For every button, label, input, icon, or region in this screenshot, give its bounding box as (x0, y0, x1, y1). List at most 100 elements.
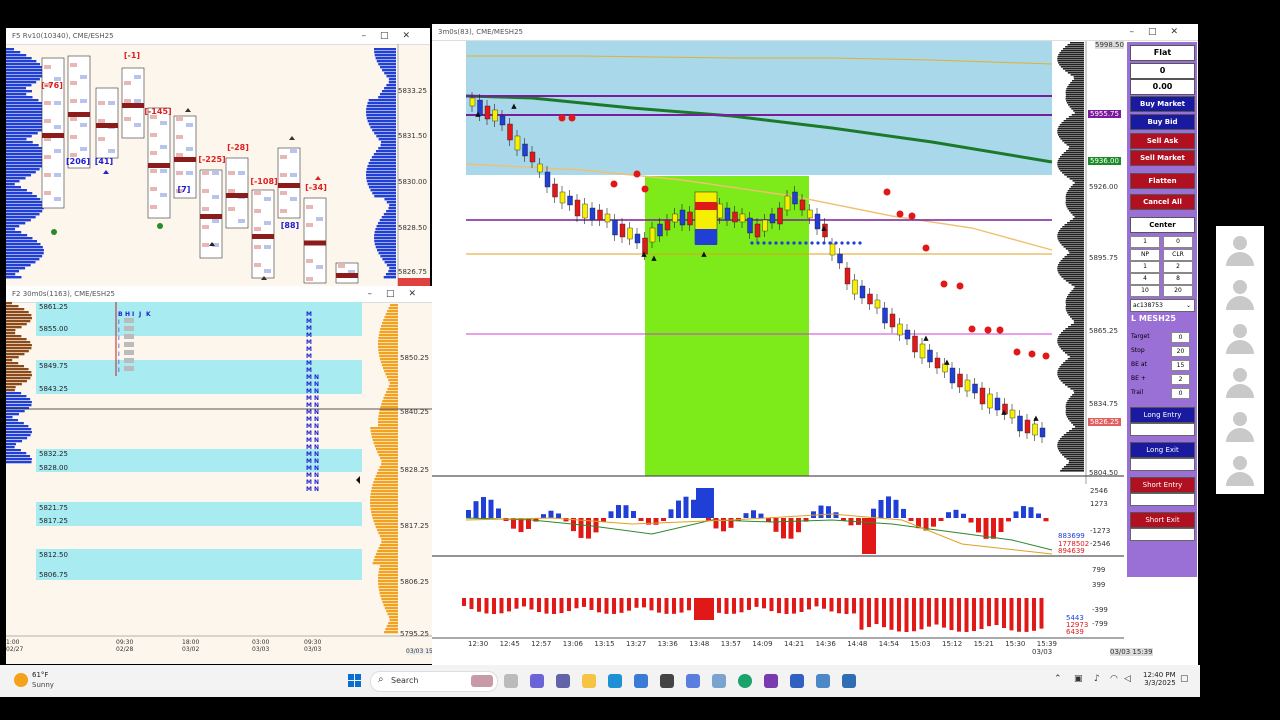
volume-bar (6, 261, 36, 264)
profile-bar (383, 604, 398, 607)
time-axis-label: 18:00 (182, 639, 200, 646)
edge-icon[interactable] (738, 674, 752, 688)
volume-bar (378, 222, 396, 225)
long-entry-select[interactable] (1130, 423, 1195, 436)
quantity-cell[interactable]: 8 (1163, 273, 1193, 285)
profile-bar (372, 439, 398, 442)
footprint-cell (150, 157, 157, 161)
flatten-button[interactable]: Flatten (1130, 173, 1195, 189)
footprint-cell (306, 223, 313, 227)
cancel-all-button[interactable]: Cancel All (1130, 194, 1195, 210)
sell-market-button[interactable]: Sell Market (1130, 150, 1195, 166)
copilot-icon[interactable] (530, 674, 544, 688)
footprint-cell (124, 93, 131, 97)
chevron-up-icon[interactable]: ⌃ (1054, 674, 1062, 684)
delta-bar (878, 499, 884, 518)
candle-body (792, 191, 798, 205)
quantity-cell[interactable]: NP (1130, 249, 1160, 261)
tpo-chart[interactable]: B H I J KIIIIIIIMMMMMMMMMM NM NM NM NM NM NM NM NM NM… (6, 286, 436, 664)
price-axis-label: 5830.00 (398, 178, 427, 186)
candle-body (957, 373, 963, 388)
quantity-cell[interactable]: CLR (1163, 249, 1193, 261)
long-entry-button[interactable]: Long Entry (1130, 407, 1195, 423)
quantity-cell[interactable]: 10 (1130, 285, 1160, 297)
copilot-app-icon[interactable] (686, 674, 700, 688)
wifi-icon[interactable]: ◠ (1110, 674, 1118, 684)
position-pnl: 0.00 (1130, 79, 1195, 95)
app-icon[interactable] (660, 674, 674, 688)
profile-bar (370, 427, 398, 430)
quantity-cell[interactable]: 2 (1163, 261, 1193, 273)
teams-icon[interactable] (556, 674, 570, 688)
weather-icon[interactable] (14, 673, 28, 687)
profile-bar (389, 619, 398, 622)
volume-profile-bar (1073, 78, 1084, 80)
windows-start-icon[interactable] (348, 674, 361, 687)
candle-body (664, 219, 671, 231)
store-icon[interactable] (608, 674, 622, 688)
short-entry-button[interactable]: Short Entry (1130, 477, 1195, 493)
clock[interactable]: 12:40 PM 3/3/2025 (1143, 671, 1176, 687)
profile-bar (6, 380, 27, 383)
quantity-cell[interactable]: 4 (1130, 273, 1160, 285)
field-input[interactable]: 2 (1171, 374, 1190, 385)
tray-icon[interactable]: ▣ (1074, 674, 1083, 684)
price-axis-label: 5795.25 (400, 630, 429, 638)
buy-market-button[interactable]: Buy Market (1130, 96, 1195, 112)
short-exit-select[interactable] (1130, 528, 1195, 541)
remote-desktop-icon[interactable] (712, 674, 726, 688)
task-view-icon[interactable] (504, 674, 518, 688)
microphone-icon[interactable]: ♪ (1094, 674, 1100, 684)
chart-app-icon[interactable] (842, 674, 856, 688)
long-exit-button[interactable]: Long Exit (1130, 442, 1195, 458)
file-explorer-icon[interactable] (582, 674, 596, 688)
short-entry-select[interactable] (1130, 493, 1195, 506)
volume-profile-bar (1058, 62, 1084, 64)
quantity-cell[interactable]: 1 (1130, 236, 1160, 248)
delta-bar (893, 499, 899, 518)
buy-bid-button[interactable]: Buy Bid (1130, 114, 1195, 130)
volume-profile-bar (1058, 240, 1084, 242)
taskbar-search[interactable]: ⌕ Search (370, 671, 498, 692)
mail-icon[interactable] (634, 674, 648, 688)
delta-bar (862, 518, 876, 554)
footprint-cell (98, 107, 105, 111)
field-input[interactable]: 0 (1171, 388, 1190, 399)
volume-profile-bar (1066, 416, 1084, 418)
volume-profile-bar (1058, 264, 1084, 266)
quantity-cell[interactable]: 1 (1130, 261, 1160, 273)
profile-bar (382, 400, 398, 403)
volume-profile-bar (1063, 246, 1084, 248)
volume-profile-bar (1058, 450, 1084, 452)
profile-bar (373, 442, 398, 445)
quantity-cell[interactable]: 0 (1163, 236, 1193, 248)
field-input[interactable]: 15 (1171, 360, 1190, 371)
trading-app-icon[interactable] (790, 674, 804, 688)
price-chart[interactable]: ▲ ▲ ▲ ▲ ▲ ▲ ▲ ▲ ▲ ▲ (432, 24, 1198, 666)
profile-bar (381, 538, 398, 541)
center-button[interactable]: Center (1130, 217, 1195, 233)
volume-bar (378, 96, 396, 99)
long-exit-select[interactable] (1130, 458, 1195, 471)
volume-icon[interactable]: ◁ (1124, 674, 1131, 684)
visual-studio-icon[interactable] (764, 674, 778, 688)
volume-profile-bar (1071, 428, 1084, 430)
value-area-zone (36, 549, 362, 580)
poc-highlight (42, 133, 64, 138)
candle-body (747, 217, 753, 234)
volume-bar (6, 51, 21, 54)
footprint-cell (228, 159, 235, 163)
field-input[interactable]: 0 (1171, 332, 1190, 343)
app-window-icon[interactable] (816, 674, 830, 688)
volume-profile-bar (1065, 202, 1084, 204)
footprint-cell (264, 197, 271, 201)
notification-icon[interactable]: ▢ (1180, 674, 1189, 684)
short-exit-button[interactable]: Short Exit (1130, 512, 1195, 528)
field-input[interactable]: 20 (1171, 346, 1190, 357)
sell-ask-button[interactable]: Sell Ask (1130, 133, 1195, 149)
footprint-cell (70, 75, 77, 79)
account-select[interactable]: ac138753 ⌄ (1130, 299, 1195, 312)
quantity-cell[interactable]: 20 (1163, 285, 1193, 297)
footprint-chart[interactable]: [-76] [206] [41] [-1] [-145] [7] [-225][-28] [-… (6, 28, 430, 286)
volume-profile-bar (1068, 294, 1084, 296)
